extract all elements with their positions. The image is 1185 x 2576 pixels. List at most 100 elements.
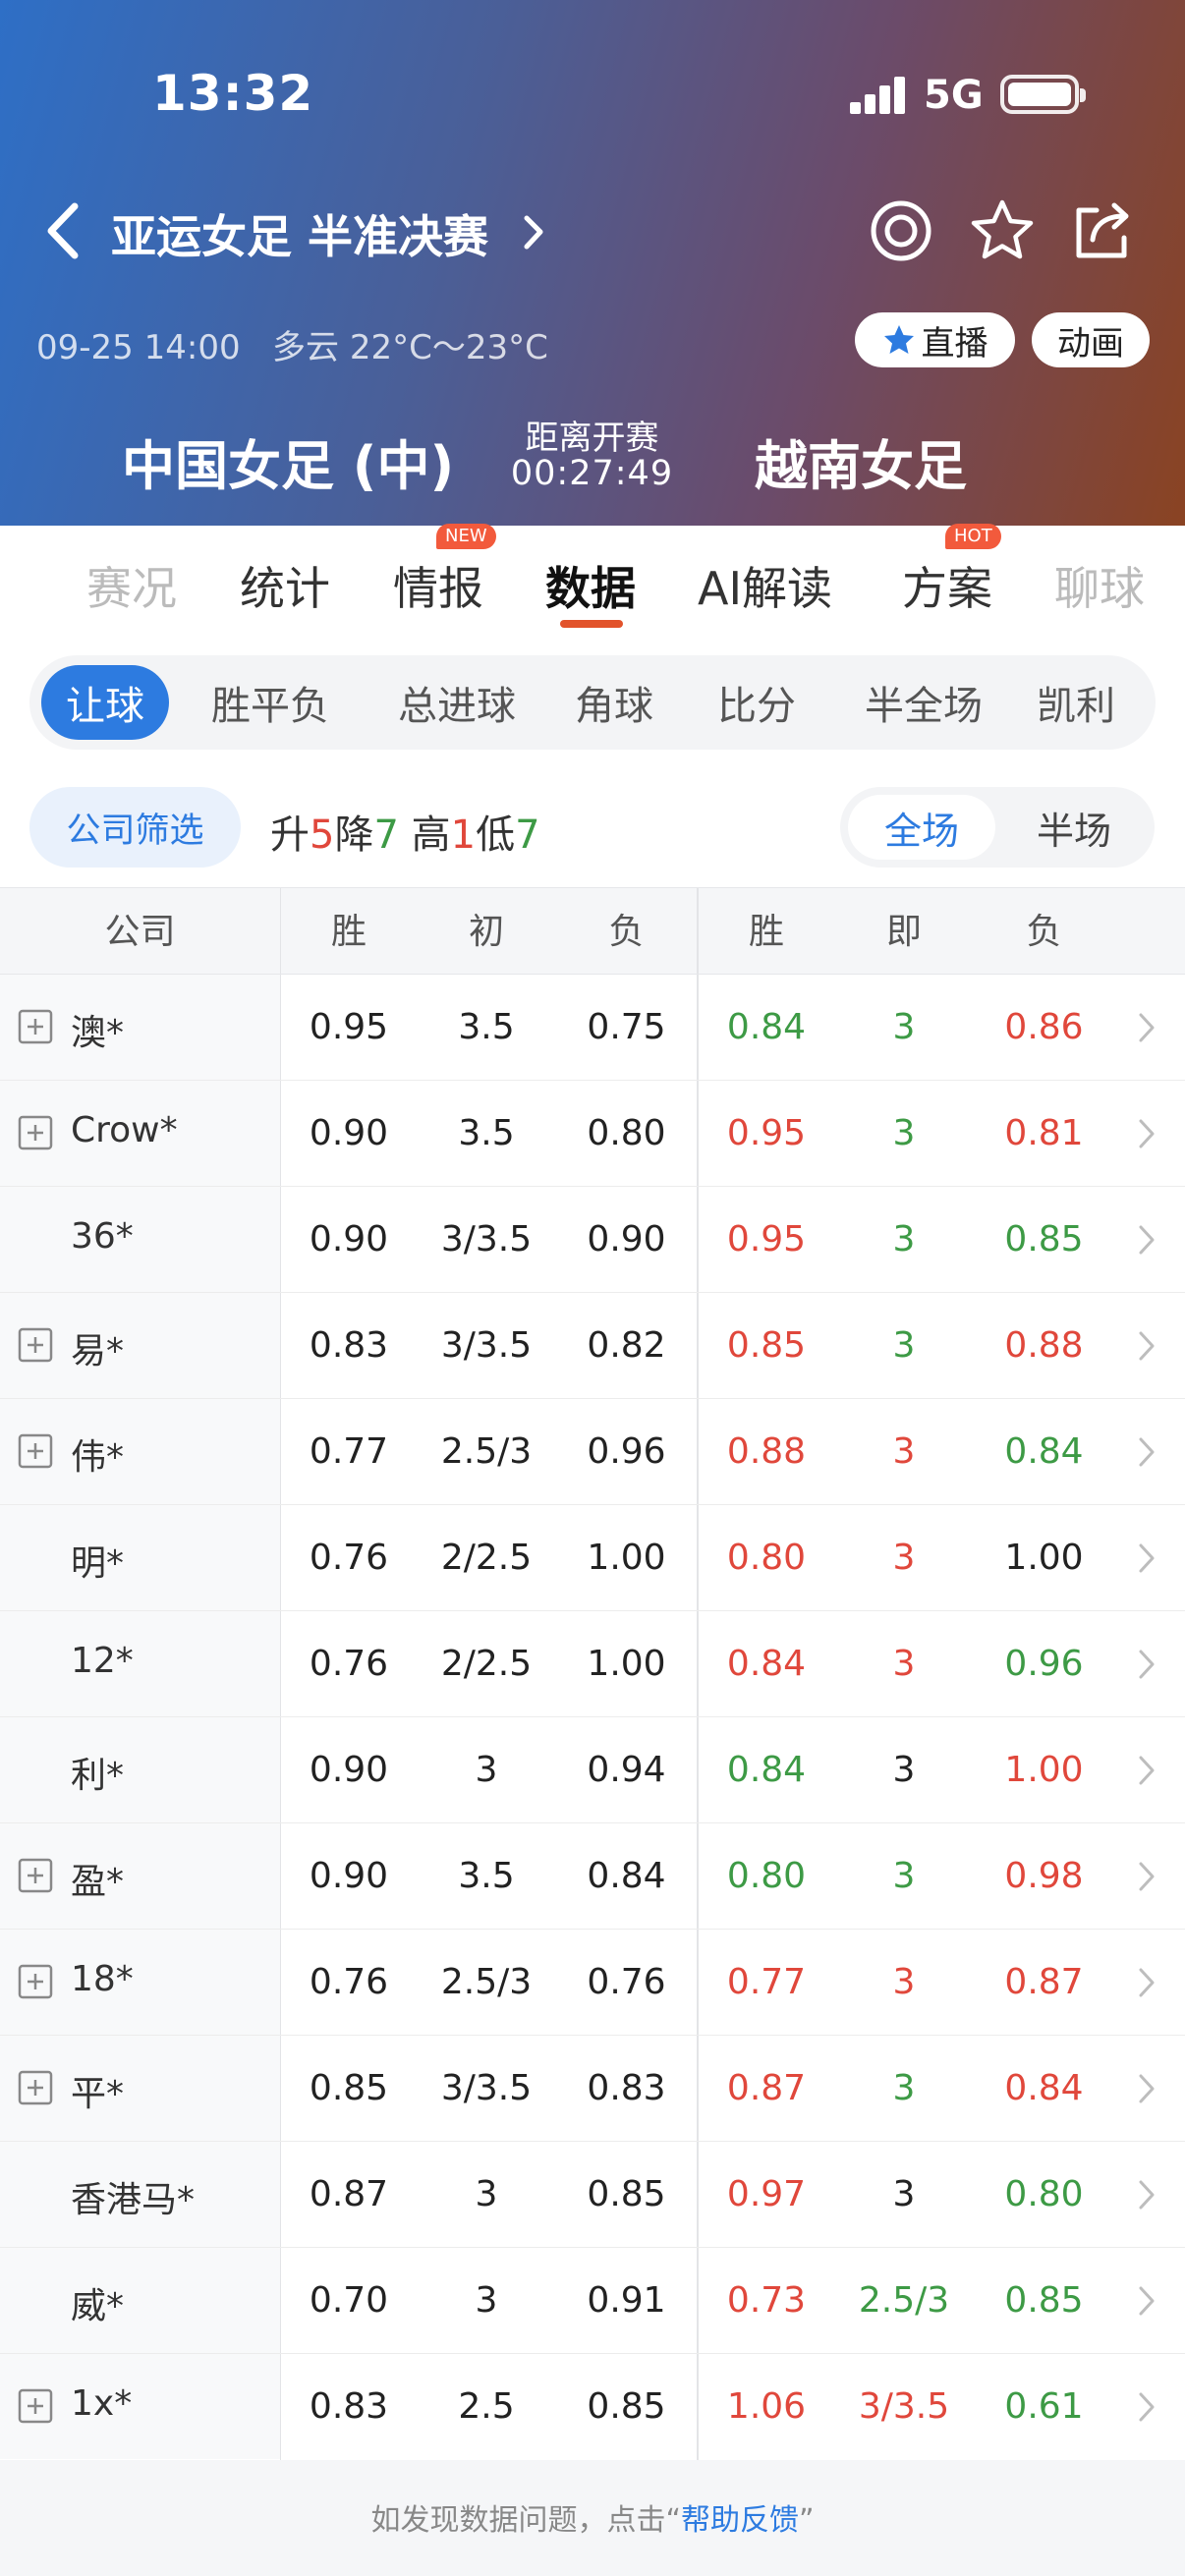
initial-handicap-line: 3/3.5: [440, 1325, 533, 1366]
header-current: 即: [885, 912, 922, 952]
current-lose-odds: 0.84: [1004, 2068, 1084, 2108]
current-handicap-line: 3: [892, 1325, 916, 1366]
initial-win-odds: 0.90: [309, 1856, 389, 1896]
scope-full-match[interactable]: 全场: [848, 795, 995, 860]
initial-win-odds: 0.76: [309, 1962, 389, 2002]
current-lose-odds: 1.00: [1004, 1750, 1084, 1790]
company-cell: 澳*: [0, 975, 280, 1080]
company-name: 12*: [71, 1641, 134, 1681]
chevron-right-icon[interactable]: [1135, 1009, 1158, 1046]
live-button[interactable]: 直播: [855, 312, 1015, 367]
table-row[interactable]: 利* 0.90 3 0.94 0.84 3 1.00: [0, 1717, 1185, 1823]
current-win-odds: 0.95: [726, 1113, 807, 1153]
share-icon[interactable]: [1067, 196, 1136, 265]
away-team[interactable]: 越南女足: [755, 422, 967, 500]
table-row[interactable]: 香港马* 0.87 3 0.85 0.97 3 0.80: [0, 2142, 1185, 2248]
match-weather: 多云 22°C～23°C: [272, 328, 548, 367]
subtab-handicap[interactable]: 让球: [41, 665, 169, 740]
current-win-odds: 0.87: [726, 2068, 807, 2108]
high-label: 高: [411, 812, 451, 858]
chevron-right-icon[interactable]: [1135, 1964, 1158, 2001]
chevron-right-icon[interactable]: [1135, 1752, 1158, 1789]
table-row[interactable]: 平* 0.85 3/3.5 0.83 0.87 3 0.84: [0, 2036, 1185, 2142]
chevron-right-icon[interactable]: [1135, 2388, 1158, 2426]
chevron-right-icon[interactable]: [1135, 2070, 1158, 2107]
company-cell: 盈*: [0, 1823, 280, 1929]
subtab-kelly[interactable]: 凯利: [1022, 665, 1130, 740]
company-name: 香港马*: [71, 2180, 196, 2220]
table-row[interactable]: 36* 0.90 3/3.5 0.90 0.95 3 0.85: [0, 1187, 1185, 1293]
current-lose-odds: 0.86: [1004, 1007, 1084, 1047]
new-badge: NEW: [436, 524, 496, 549]
tab-plans[interactable]: 方案: [902, 553, 992, 618]
subtab-corners[interactable]: 角球: [560, 665, 668, 740]
chevron-right-icon[interactable]: [1135, 1115, 1158, 1152]
column-divider: [280, 1081, 281, 1186]
initial-lose-odds: 1.00: [587, 1644, 666, 1684]
initial-lose-odds: 0.85: [587, 2386, 666, 2427]
table-row[interactable]: 威* 0.70 3 0.91 0.73 2.5/3 0.85: [0, 2248, 1185, 2354]
table-row[interactable]: 易* 0.83 3/3.5 0.82 0.85 3 0.88: [0, 1293, 1185, 1399]
plus-box-icon[interactable]: [18, 1433, 53, 1469]
low-count: 7: [515, 812, 540, 858]
chevron-right-icon[interactable]: [1135, 1221, 1158, 1259]
plus-box-icon[interactable]: [18, 1327, 53, 1363]
home-team[interactable]: 中国女足 (中): [122, 422, 454, 500]
plus-box-icon[interactable]: [18, 1115, 53, 1150]
chevron-right-icon[interactable]: [1135, 2282, 1158, 2320]
column-divider: [280, 2036, 281, 2141]
tab-stats[interactable]: 统计: [240, 553, 330, 618]
table-row[interactable]: Crow* 0.90 3.5 0.80 0.95 3 0.81: [0, 1081, 1185, 1187]
table-row[interactable]: 伟* 0.77 2.5/3 0.96 0.88 3 0.84: [0, 1399, 1185, 1505]
tab-data[interactable]: 数据: [545, 553, 636, 618]
company-cell: 平*: [0, 2036, 280, 2141]
table-row[interactable]: 18* 0.76 2.5/3 0.76 0.77 3 0.87: [0, 1930, 1185, 2036]
back-chevron-icon[interactable]: [39, 196, 88, 265]
current-handicap-line: 3/3.5: [858, 2386, 950, 2427]
match-title[interactable]: 亚运女足 半准决赛: [111, 201, 488, 266]
subtab-score[interactable]: 比分: [703, 665, 811, 740]
odds-change-summary: 升5降7 高1低7: [270, 803, 540, 860]
main-tab-bar: 赛况 统计 情报 NEW 数据 AI解读 方案 HOT 聊球: [0, 524, 1185, 636]
help-feedback-link[interactable]: 帮助反馈: [681, 2503, 799, 2538]
chevron-right-icon[interactable]: [1135, 1858, 1158, 1895]
column-divider: [280, 1717, 281, 1822]
subtab-win-draw-lose[interactable]: 胜平负: [197, 665, 344, 740]
footer-note: 如发现数据问题，点击“帮助反馈”: [0, 2495, 1185, 2539]
current-handicap-line: 3: [892, 1962, 916, 2002]
plus-box-icon[interactable]: [18, 1964, 53, 1999]
column-divider: [280, 1823, 281, 1929]
target-icon[interactable]: [867, 196, 935, 265]
chevron-right-icon[interactable]: [1135, 1327, 1158, 1365]
tab-ai-analysis[interactable]: AI解读: [698, 553, 832, 618]
subtab-total-goals[interactable]: 总进球: [378, 665, 536, 740]
company-cell: 易*: [0, 1293, 280, 1398]
company-filter-button[interactable]: 公司筛选: [29, 787, 241, 868]
chevron-right-icon[interactable]: [1135, 1433, 1158, 1471]
tab-match-status[interactable]: 赛况: [86, 553, 177, 618]
header-company: 公司: [104, 912, 176, 952]
table-row[interactable]: 澳* 0.95 3.5 0.75 0.84 3 0.86: [0, 975, 1185, 1081]
current-handicap-line: 3: [892, 1856, 916, 1896]
scope-half-time[interactable]: 半场: [1000, 795, 1148, 860]
chevron-right-icon[interactable]: [1135, 1646, 1158, 1683]
chevron-right-icon[interactable]: [1135, 2176, 1158, 2213]
chevron-right-icon[interactable]: [519, 210, 548, 254]
animation-button[interactable]: 动画: [1032, 312, 1150, 367]
plus-box-icon[interactable]: [18, 1009, 53, 1044]
star-icon[interactable]: [968, 196, 1037, 265]
table-row[interactable]: 12* 0.76 2/2.5 1.00 0.84 3 0.96: [0, 1611, 1185, 1717]
tab-chat[interactable]: 聊球: [1054, 553, 1145, 618]
table-body: 澳* 0.95 3.5 0.75 0.84 3 0.86 Crow* 0.90 3.5 0.80 0.…: [0, 975, 1185, 2460]
subtab-half-full[interactable]: 半全场: [845, 665, 1002, 740]
table-row[interactable]: 1x* 0.83 2.5 0.85 1.06 3/3.5 0.61: [0, 2354, 1185, 2460]
table-row[interactable]: 盈* 0.90 3.5 0.84 0.80 3 0.98: [0, 1823, 1185, 1930]
column-divider: [280, 1611, 281, 1716]
tab-intel[interactable]: 情报: [393, 553, 483, 618]
plus-box-icon[interactable]: [18, 2070, 53, 2105]
table-row[interactable]: 明* 0.76 2/2.5 1.00 0.80 3 1.00: [0, 1505, 1185, 1611]
chevron-right-icon[interactable]: [1135, 1540, 1158, 1577]
footer-end: ”: [799, 2503, 815, 2538]
plus-box-icon[interactable]: [18, 2388, 53, 2424]
plus-box-icon[interactable]: [18, 1858, 53, 1893]
